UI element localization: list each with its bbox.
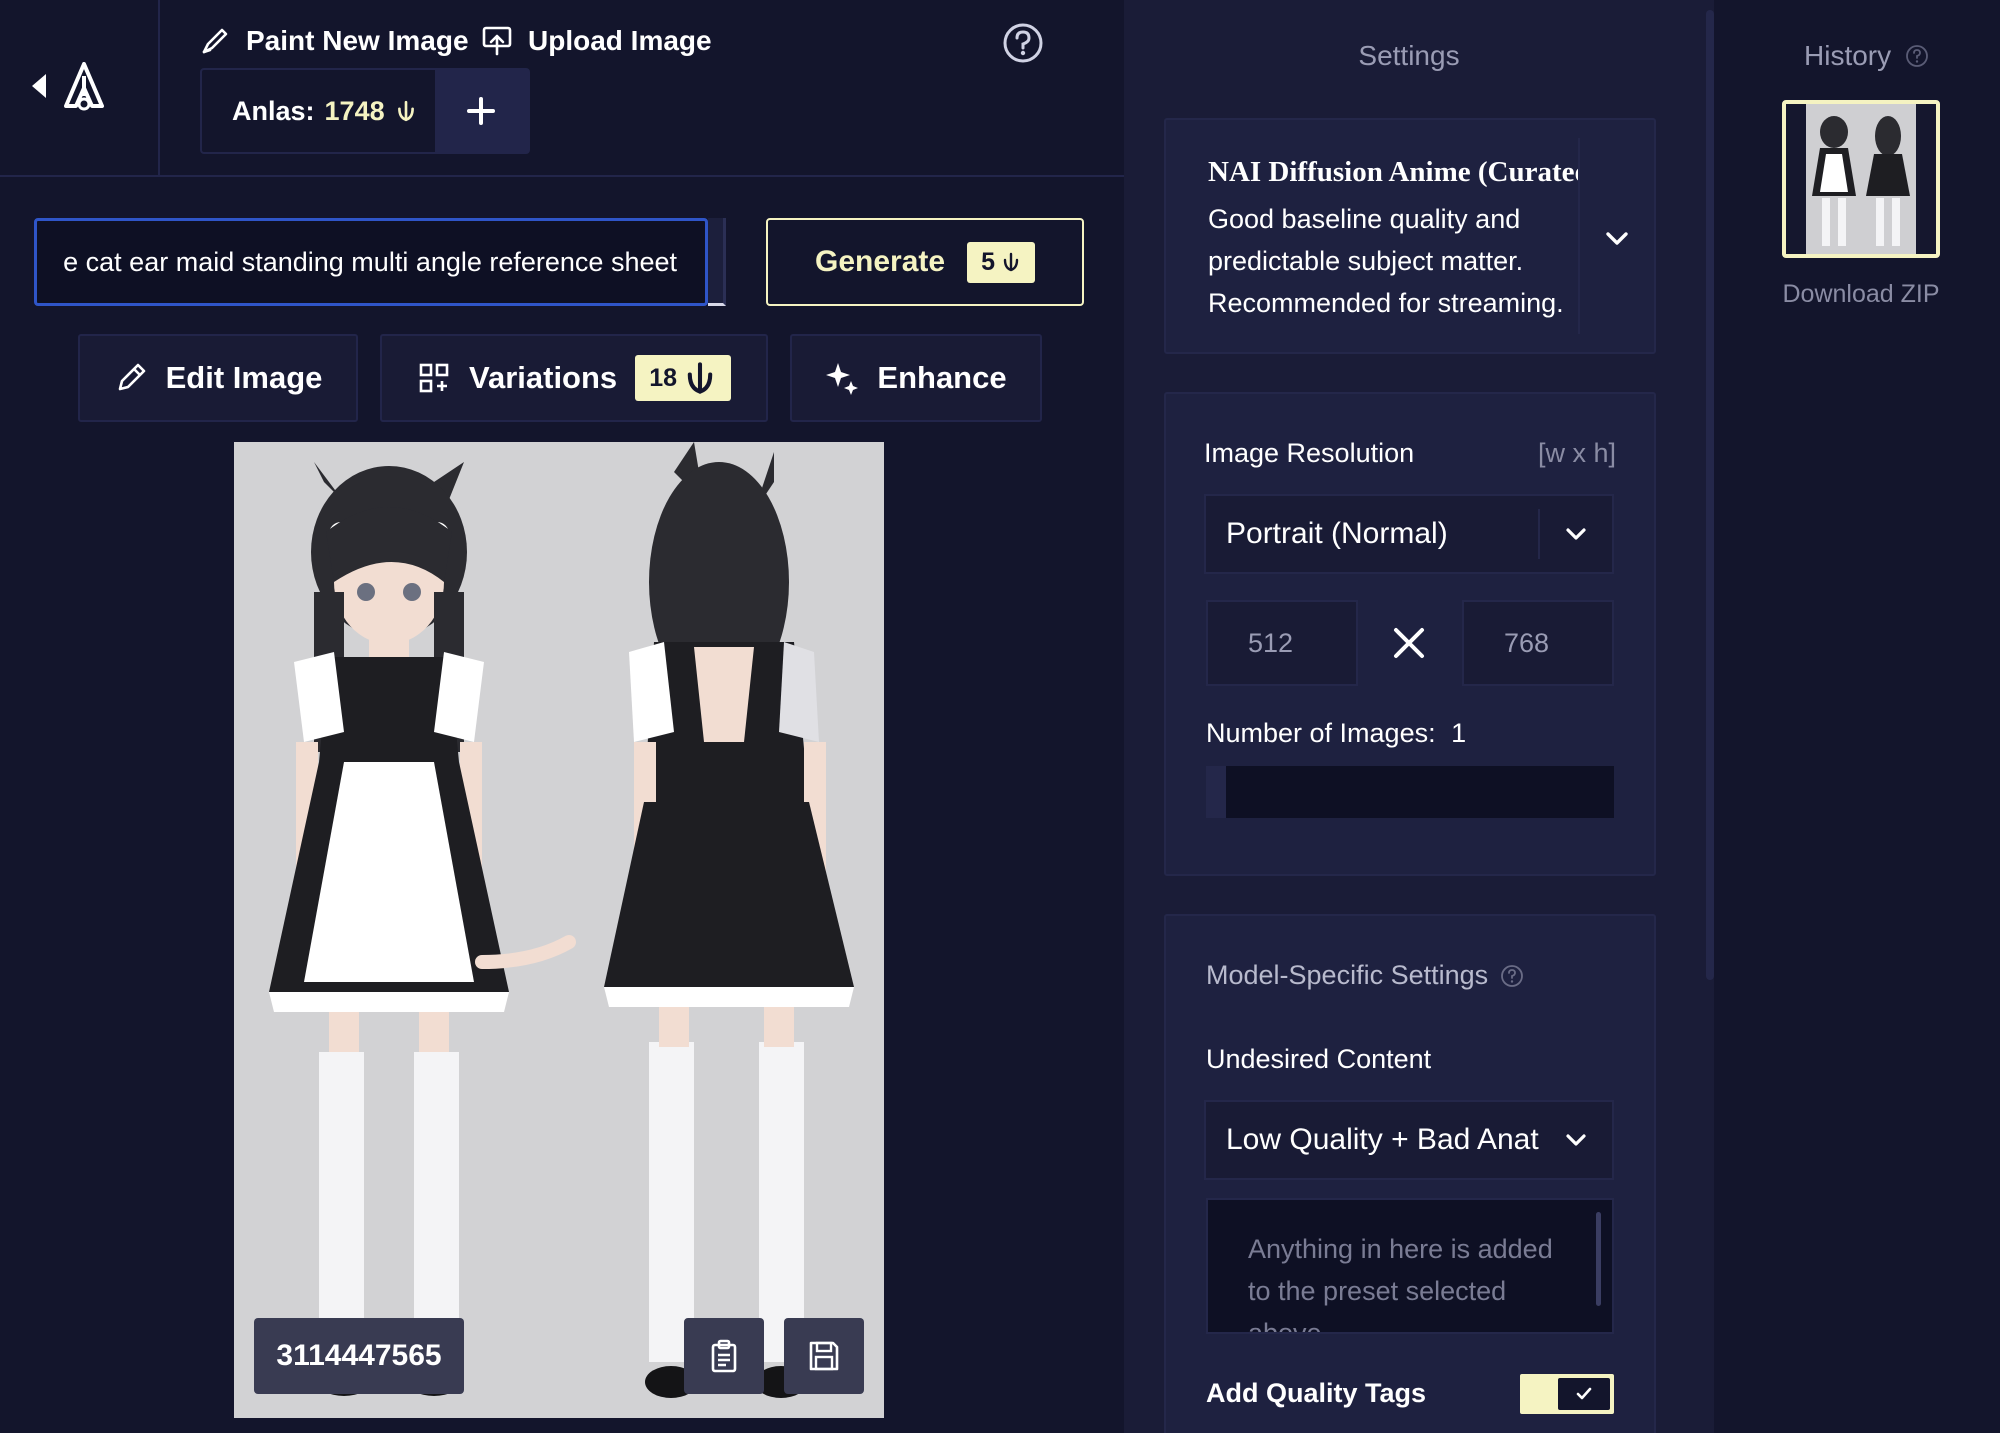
chevron-down-icon xyxy=(1566,1134,1586,1146)
times-icon xyxy=(1394,628,1424,658)
number-of-images-text: Number of Images: xyxy=(1206,718,1436,748)
toggle-knob[interactable] xyxy=(1558,1378,1610,1410)
copy-to-clipboard-button[interactable] xyxy=(684,1318,764,1394)
width-input[interactable]: 512 xyxy=(1206,600,1358,686)
history-heading: History xyxy=(1804,40,1929,72)
checkmark-icon xyxy=(1576,1387,1592,1400)
number-of-images-slider[interactable] xyxy=(1206,766,1614,818)
back-arrow-icon[interactable] xyxy=(30,72,48,100)
pencil-icon xyxy=(118,363,145,391)
edit-image-button[interactable]: Edit Image xyxy=(78,334,358,422)
seed-badge[interactable]: 3114447565 xyxy=(254,1318,464,1394)
enhance-button[interactable]: Enhance xyxy=(790,334,1042,422)
history-title: History xyxy=(1804,40,1892,71)
variations-grid-icon xyxy=(419,363,449,393)
generate-label: Generate xyxy=(815,245,946,278)
number-of-images-slider-fill[interactable] xyxy=(1206,766,1226,818)
settings-title: Settings xyxy=(1358,40,1460,71)
topbar-divider xyxy=(0,175,1124,177)
variations-label: Variations xyxy=(469,360,618,395)
save-icon xyxy=(809,1341,839,1371)
undesired-content-label: Undesired Content xyxy=(1206,1044,1432,1074)
edit-image-label: Edit Image xyxy=(165,360,323,395)
anlas-icon xyxy=(687,362,713,394)
settings-scrollbar[interactable] xyxy=(1706,10,1714,980)
model-description: Good baseline quality and predictable su… xyxy=(1208,204,1564,318)
model-specific-settings-label: Model-Specific Settings xyxy=(1206,960,1489,990)
anlas-icon xyxy=(397,100,414,122)
anlas-value: 1748 xyxy=(324,95,385,126)
help-icon[interactable] xyxy=(1905,44,1929,68)
undesired-content-textarea[interactable]: Anything in here is added to the preset … xyxy=(1206,1198,1614,1334)
buy-anlas-button[interactable] xyxy=(434,70,528,152)
plus-icon xyxy=(467,97,496,125)
resolution-preset-value: Portrait (Normal) xyxy=(1226,517,1448,550)
upload-image-label: Upload Image xyxy=(528,25,712,56)
logo-divider xyxy=(158,0,160,175)
seed-value: 3114447565 xyxy=(276,1339,442,1372)
width-value: 512 xyxy=(1248,627,1294,658)
anlas-display: Anlas: 1748 xyxy=(202,70,435,152)
download-zip-button[interactable]: Download ZIP xyxy=(1782,280,1940,309)
prompt-input[interactable]: e cat ear maid standing multi angle refe… xyxy=(34,218,708,306)
generate-cost: 5 xyxy=(981,247,995,276)
paint-new-image-label: Paint New Image xyxy=(246,25,469,56)
enhance-label: Enhance xyxy=(877,360,1007,395)
model-specific-settings-heading: Model-Specific Settings xyxy=(1206,960,1524,991)
variations-button[interactable]: Variations 18 xyxy=(380,334,768,422)
image-resolution-label: Image Resolution xyxy=(1204,438,1415,468)
undesired-content-preset: Low Quality + Bad Anatomy xyxy=(1226,1123,1540,1156)
undesired-content-select[interactable]: Low Quality + Bad Anatomy xyxy=(1204,1100,1614,1180)
generate-cost-badge: 5 xyxy=(967,241,1035,283)
variations-cost-badge: 18 xyxy=(635,355,731,401)
model-name: NAI Diffusion Anime (Curated) xyxy=(1208,156,1580,188)
variations-cost: 18 xyxy=(649,363,677,392)
save-image-button[interactable] xyxy=(784,1318,864,1394)
clipboard-icon xyxy=(711,1339,737,1373)
generate-button[interactable]: Generate 5 xyxy=(766,218,1084,306)
chevron-down-icon xyxy=(1566,528,1586,540)
height-input[interactable]: 768 xyxy=(1462,600,1614,686)
novelai-logo-icon xyxy=(64,62,104,111)
brush-icon xyxy=(202,28,228,54)
generated-image[interactable] xyxy=(234,442,884,1418)
undesired-content-placeholder: Anything in here is added to the preset … xyxy=(1248,1234,1553,1334)
prompt-text: e cat ear maid standing multi angle refe… xyxy=(63,246,677,277)
help-icon[interactable] xyxy=(1500,964,1524,988)
history-thumbnail[interactable] xyxy=(1782,100,1940,258)
paint-new-image-button[interactable]: Paint New Image xyxy=(198,24,469,58)
resolution-preset-select[interactable]: Portrait (Normal) xyxy=(1204,494,1614,574)
upload-image-button[interactable]: Upload Image xyxy=(480,24,712,58)
anlas-label: Anlas: xyxy=(232,95,315,126)
prompt-scrollbar[interactable] xyxy=(708,218,726,306)
number-of-images-value: 1 xyxy=(1451,718,1467,748)
model-divider xyxy=(1578,138,1580,334)
upload-icon xyxy=(482,26,512,56)
sparkle-icon xyxy=(826,363,859,395)
add-quality-tags-label: Add Quality Tags xyxy=(1206,1378,1427,1408)
undesired-content-scrollbar[interactable] xyxy=(1596,1212,1601,1306)
help-icon[interactable] xyxy=(1002,22,1044,64)
anlas-icon xyxy=(1003,252,1019,272)
number-of-images-label: Number of Images: 1 xyxy=(1206,718,1466,749)
history-thumbnail-image xyxy=(1786,104,1936,254)
resolution-hint: [w x h] xyxy=(1538,438,1617,468)
chevron-down-icon[interactable] xyxy=(1600,222,1634,256)
height-value: 768 xyxy=(1504,627,1550,658)
maid-reference-illustration xyxy=(234,442,884,1418)
anlas-balance: Anlas: 1748 xyxy=(200,68,530,154)
